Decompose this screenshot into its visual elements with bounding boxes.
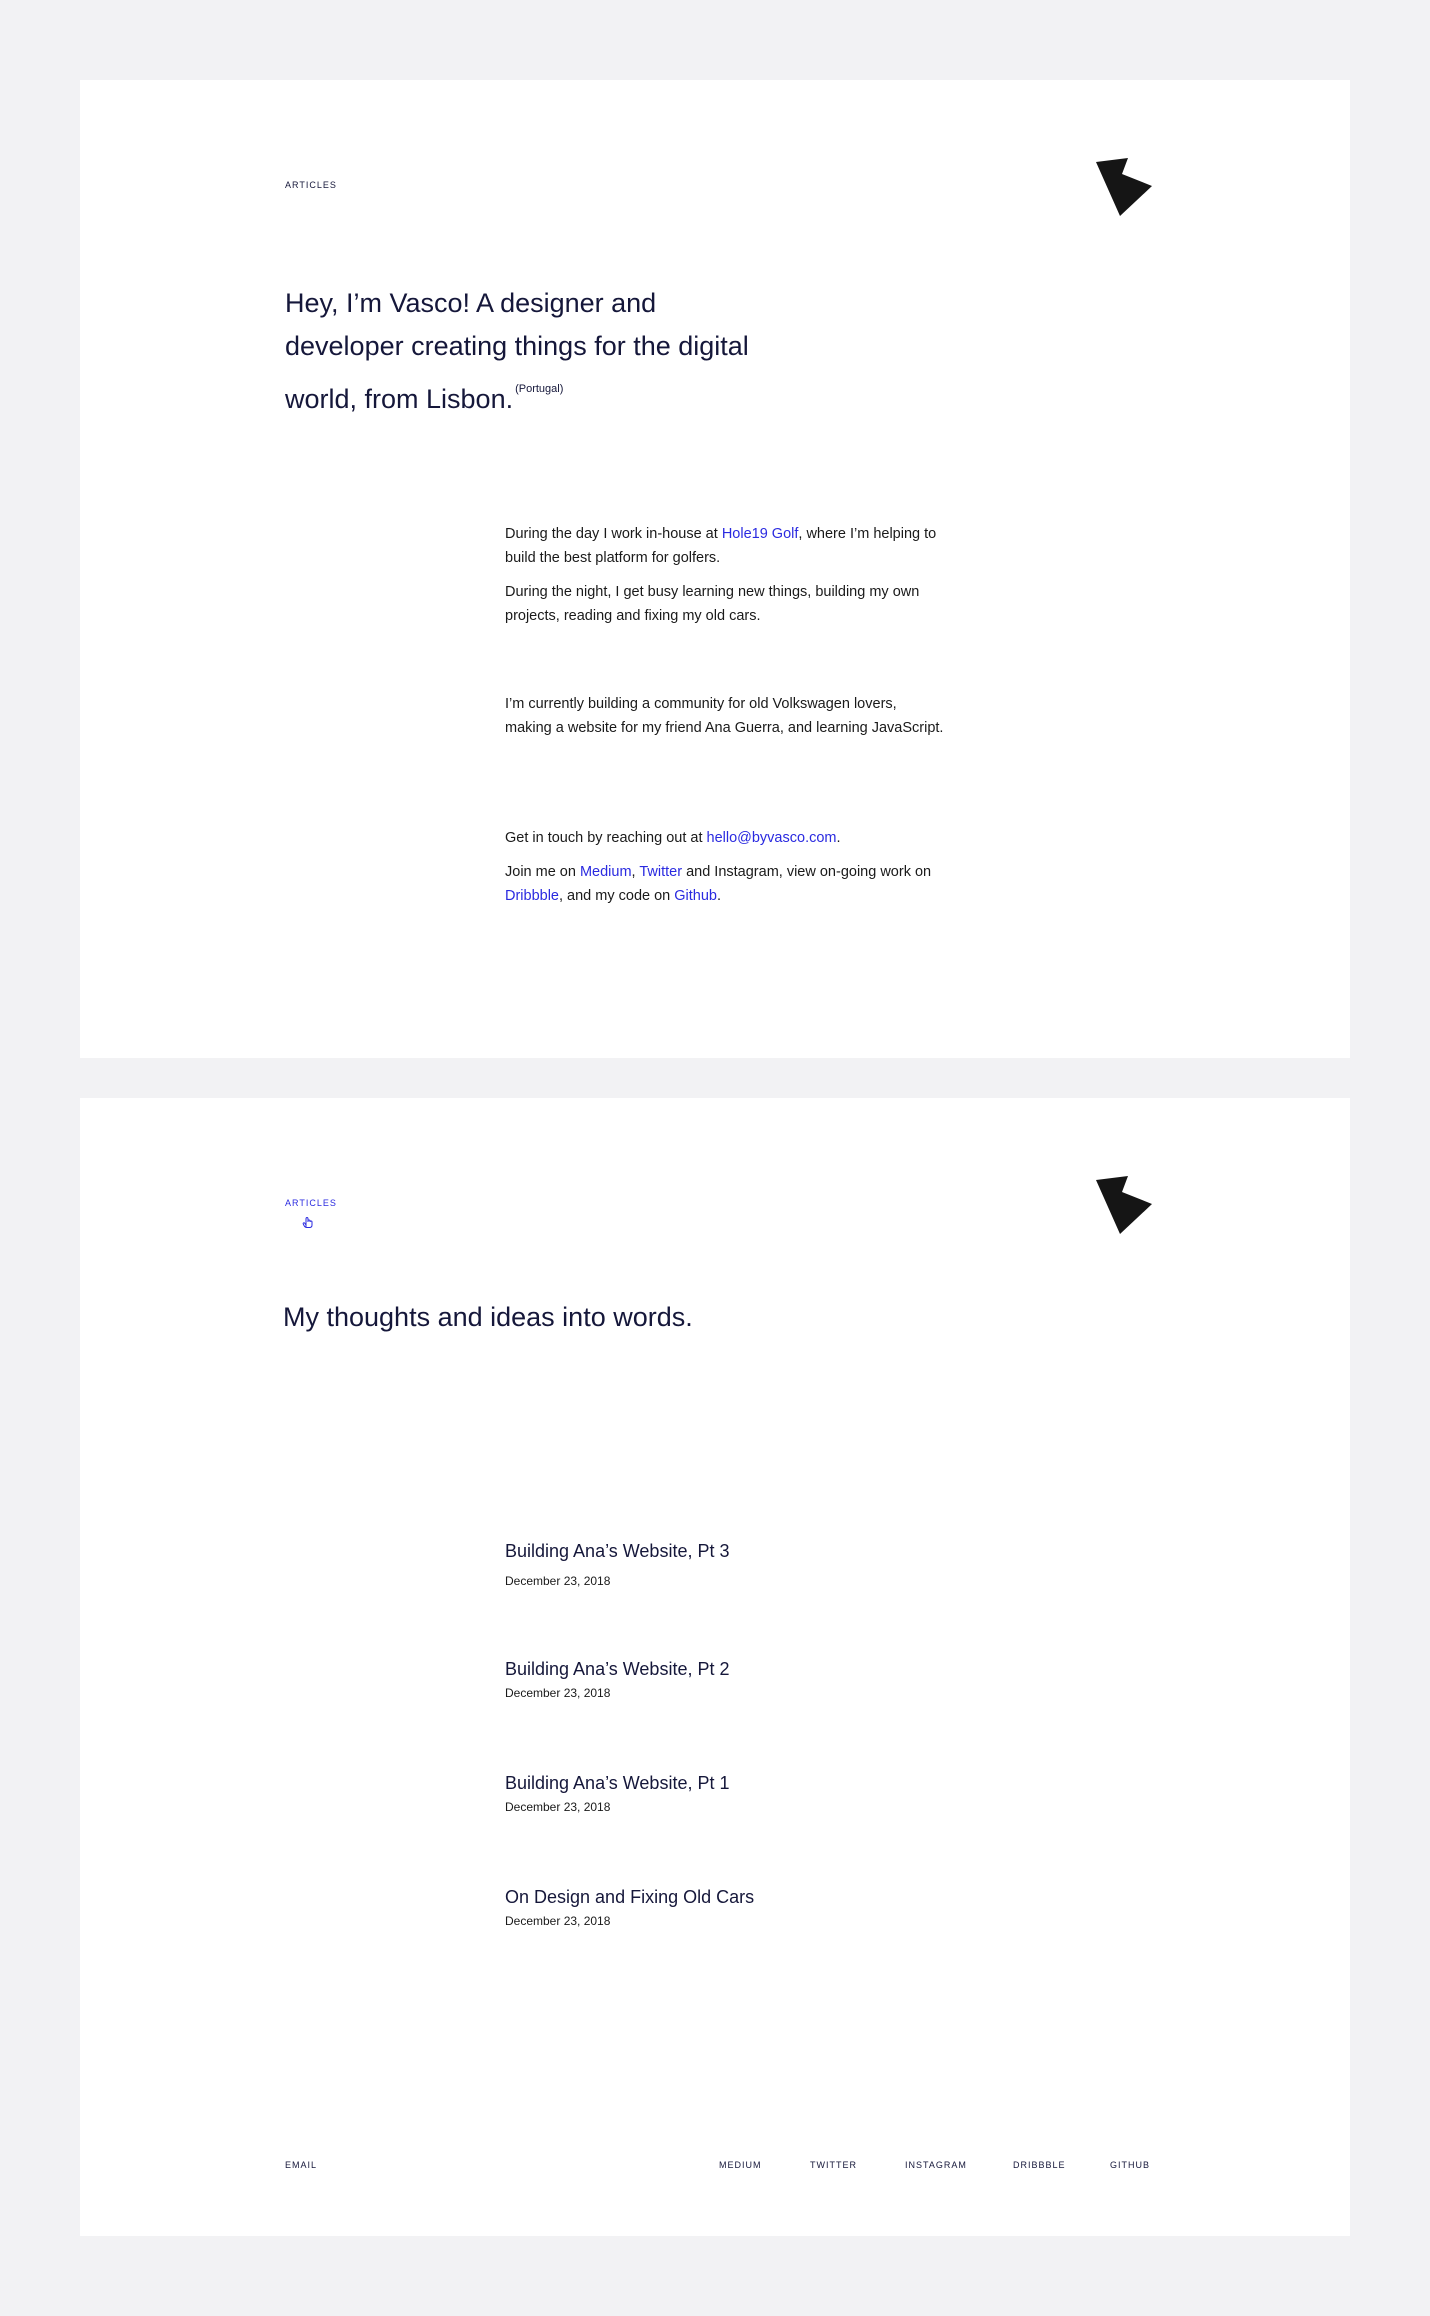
twitter-link[interactable]: Twitter [639, 864, 682, 880]
articles-card: ARTICLES My thoughts and ideas into word… [80, 1098, 1350, 2236]
footer-twitter-link[interactable]: TWITTER [810, 2160, 857, 2170]
intro-paragraph-night: During the night, I get busy learning ne… [505, 584, 920, 624]
intro-paragraph-contact: Get in touch by reaching out at hello@by… [505, 826, 945, 850]
github-link[interactable]: Github [674, 888, 717, 904]
footer-email-link[interactable]: EMAIL [285, 2160, 317, 2170]
hero-text: Hey, I’m Vasco! A designer and developer… [285, 288, 749, 414]
intro-card: ARTICLES Hey, I’m Vasco! A designer and … [80, 80, 1350, 1058]
footer-instagram-link[interactable]: INSTAGRAM [905, 2160, 967, 2170]
text: . [836, 830, 841, 846]
bird-arrow-logo-icon[interactable] [1092, 1176, 1152, 1236]
text: Get in touch by reaching out at [505, 830, 707, 846]
footer-dribbble-link[interactable]: DRIBBBLE [1013, 2160, 1066, 2170]
article-title[interactable]: Building Ana’s Website, Pt 2 [505, 1659, 729, 1680]
intro-paragraph-current: I’m currently building a community for o… [505, 696, 944, 736]
intro-paragraph-work: During the day I work in-house at Hole19… [505, 522, 945, 570]
text: , and my code on [559, 888, 675, 904]
text: Join me on [505, 864, 580, 880]
article-date: December 23, 2018 [505, 1800, 611, 1814]
article-item[interactable]: Building Ana’s Website, Pt 3 December 23… [505, 1541, 729, 1588]
medium-link[interactable]: Medium [580, 864, 632, 880]
article-date: December 23, 2018 [505, 1914, 611, 1928]
article-date: December 23, 2018 [505, 1574, 611, 1588]
nav-articles-link-active[interactable]: ARTICLES [285, 1198, 337, 1208]
hero-location-note: (Portugal) [515, 383, 564, 395]
hole19-link[interactable]: Hole19 Golf [722, 526, 799, 542]
article-title[interactable]: Building Ana’s Website, Pt 1 [505, 1773, 729, 1794]
nav-articles-link[interactable]: ARTICLES [285, 180, 337, 190]
text: . [717, 888, 722, 904]
footer-github-link[interactable]: GITHUB [1110, 2160, 1150, 2170]
article-title[interactable]: Building Ana’s Website, Pt 3 [505, 1541, 729, 1562]
article-item[interactable]: Building Ana’s Website, Pt 2 December 23… [505, 1659, 729, 1700]
article-date: December 23, 2018 [505, 1686, 611, 1700]
article-title[interactable]: On Design and Fixing Old Cars [505, 1887, 754, 1908]
intro-paragraph-social: Join me on Medium, Twitter and Instagram… [505, 860, 945, 908]
email-link[interactable]: hello@byvasco.com [707, 830, 837, 846]
hero-heading: Hey, I’m Vasco! A designer and developer… [285, 282, 755, 421]
article-item[interactable]: On Design and Fixing Old Cars December 2… [505, 1887, 754, 1928]
footer-medium-link[interactable]: MEDIUM [719, 2160, 762, 2170]
text: During the day I work in-house at [505, 526, 722, 542]
dribbble-link[interactable]: Dribbble [505, 888, 559, 904]
articles-heading: My thoughts and ideas into words. [283, 1302, 693, 1332]
article-item[interactable]: Building Ana’s Website, Pt 1 December 23… [505, 1773, 729, 1814]
text: and Instagram, view on-going work on [682, 864, 932, 880]
hand-pointer-icon [302, 1216, 313, 1228]
bird-arrow-logo-icon[interactable] [1092, 158, 1152, 218]
